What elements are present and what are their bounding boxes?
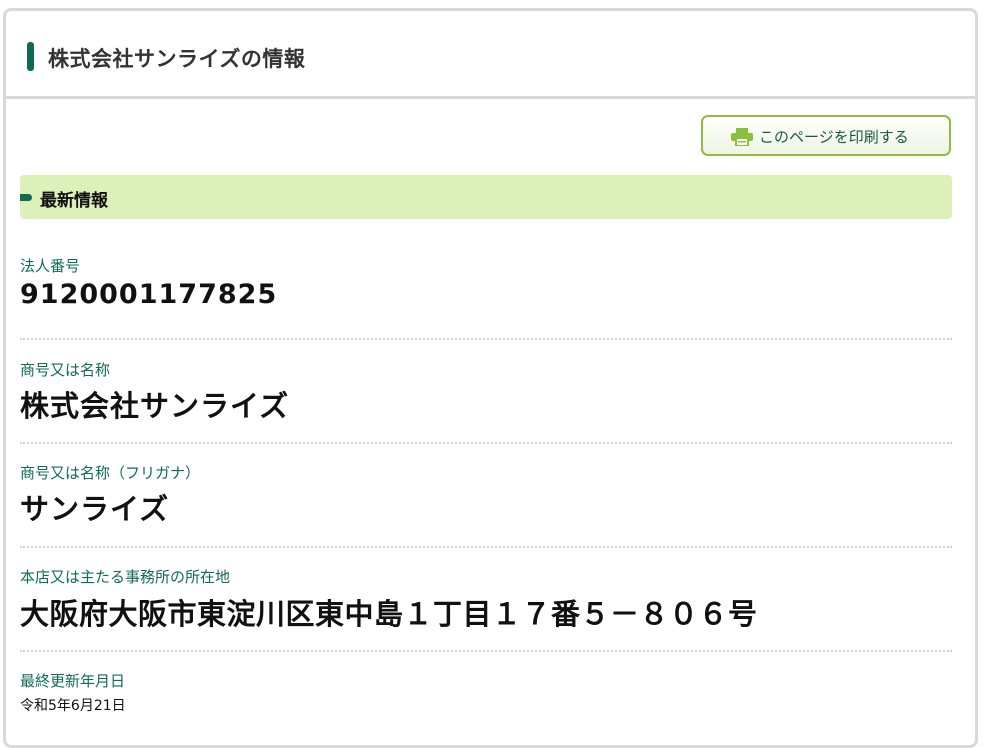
print-page-button[interactable]: このページを印刷する (701, 115, 951, 156)
latest-info-section-header: 最新情報 (20, 175, 952, 219)
divider (20, 650, 952, 652)
divider (20, 546, 952, 548)
print-button-label: このページを印刷する (759, 128, 909, 146)
field-value: 9120001177825 (20, 279, 278, 310)
header-accent-bar (27, 42, 34, 71)
field-value: 大阪府大阪市東淀川区東中島１丁目１７番５－８０６号 (20, 597, 758, 631)
divider (20, 442, 952, 444)
field-label: 本店又は主たる事務所の所在地 (20, 568, 231, 586)
divider (20, 338, 952, 340)
field-value: 株式会社サンライズ (20, 389, 290, 423)
field-label: 商号又は名称（フリガナ） (20, 464, 201, 482)
panel-header: 株式会社サンライズの情報 (6, 11, 975, 99)
field-label: 法人番号 (20, 257, 81, 275)
section-accent-marker (20, 194, 32, 201)
section-title: 最新情報 (40, 191, 108, 211)
field-value: 令和5年6月21日 (20, 698, 126, 714)
page-title: 株式会社サンライズの情報 (48, 47, 306, 71)
field-label: 商号又は名称 (20, 361, 111, 379)
field-value: サンライズ (20, 492, 170, 526)
printer-icon (731, 128, 753, 146)
field-label: 最終更新年月日 (20, 672, 126, 690)
